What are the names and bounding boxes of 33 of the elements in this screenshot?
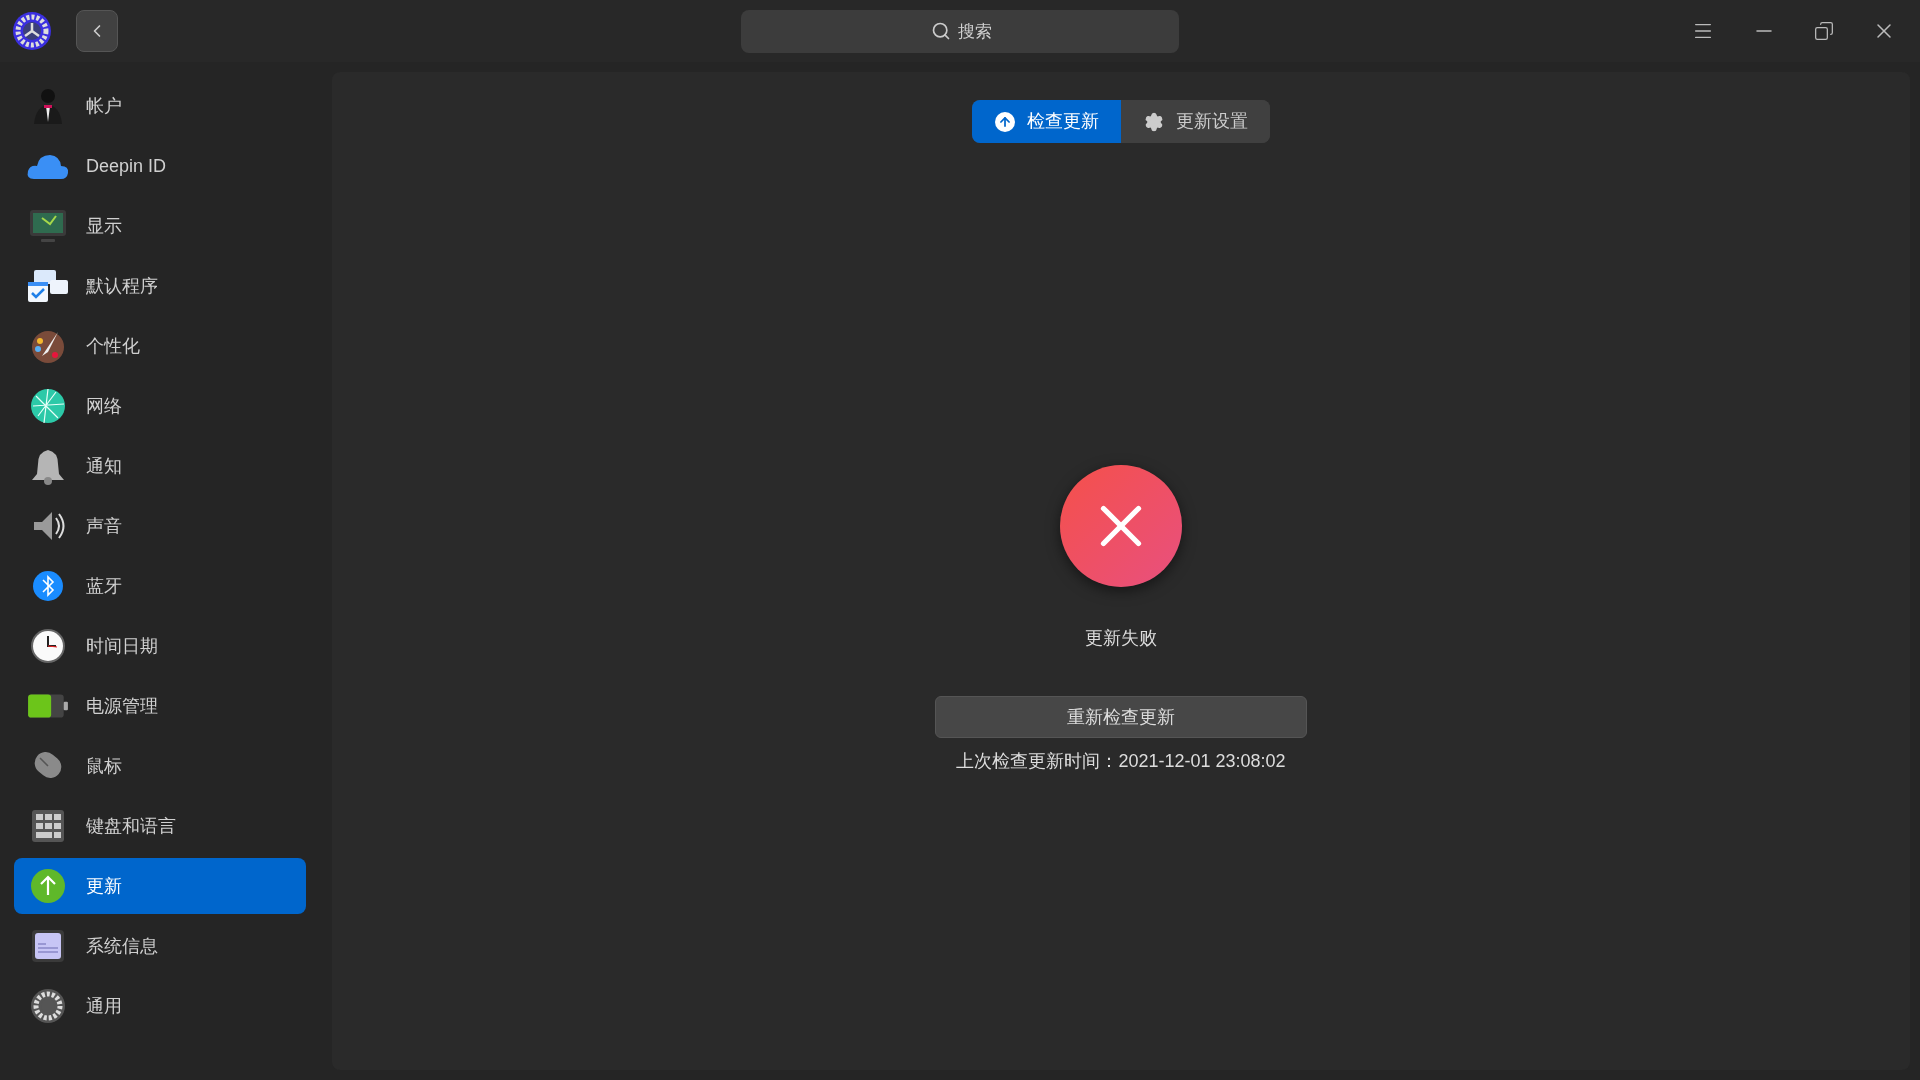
sidebar-item[interactable]: 声音: [14, 498, 306, 554]
gear-icon: [28, 986, 68, 1026]
sidebar-item[interactable]: 蓝牙: [14, 558, 306, 614]
arrow-up-icon: [28, 866, 68, 906]
monitor-icon: [28, 208, 68, 244]
sidebar-item[interactable]: 通知: [14, 438, 306, 494]
sidebar-item[interactable]: 键盘和语言: [14, 798, 306, 854]
sidebar-item[interactable]: 网络: [14, 378, 306, 434]
upload-icon: [994, 111, 1015, 132]
settings-icon: [1143, 111, 1164, 132]
sidebar-item[interactable]: 电源管理: [14, 678, 306, 734]
sidebar-item[interactable]: 显示: [14, 198, 306, 254]
search-field[interactable]: 搜索: [741, 10, 1179, 53]
status-title: 更新失败: [1085, 627, 1157, 650]
clock-icon: [28, 626, 68, 666]
tab[interactable]: 检查更新: [972, 100, 1121, 143]
gear-logo: [12, 11, 52, 51]
windows-check-icon: [26, 268, 70, 304]
battery-icon: [26, 692, 70, 720]
sidebar-item[interactable]: 帐户: [14, 78, 306, 134]
sidebar-item[interactable]: 更新: [14, 858, 306, 914]
globe-icon: [28, 386, 68, 426]
sidebar-item[interactable]: 系统信息: [14, 918, 306, 974]
sidebar-item[interactable]: 通用: [14, 978, 306, 1034]
recheck-button[interactable]: 重新检查更新: [935, 696, 1307, 738]
sidebar-item[interactable]: 鼠标: [14, 738, 306, 794]
sidebar-item[interactable]: 个性化: [14, 318, 306, 374]
last-check-text: 上次检查更新时间：2021-12-01 23:08:02: [956, 750, 1286, 773]
search-icon: [931, 21, 951, 41]
sidebar-item[interactable]: Deepin ID: [14, 138, 306, 194]
sidebar-item[interactable]: 默认程序: [14, 258, 306, 314]
restore-icon[interactable]: [1814, 21, 1834, 41]
sidebar-item[interactable]: 时间日期: [14, 618, 306, 674]
